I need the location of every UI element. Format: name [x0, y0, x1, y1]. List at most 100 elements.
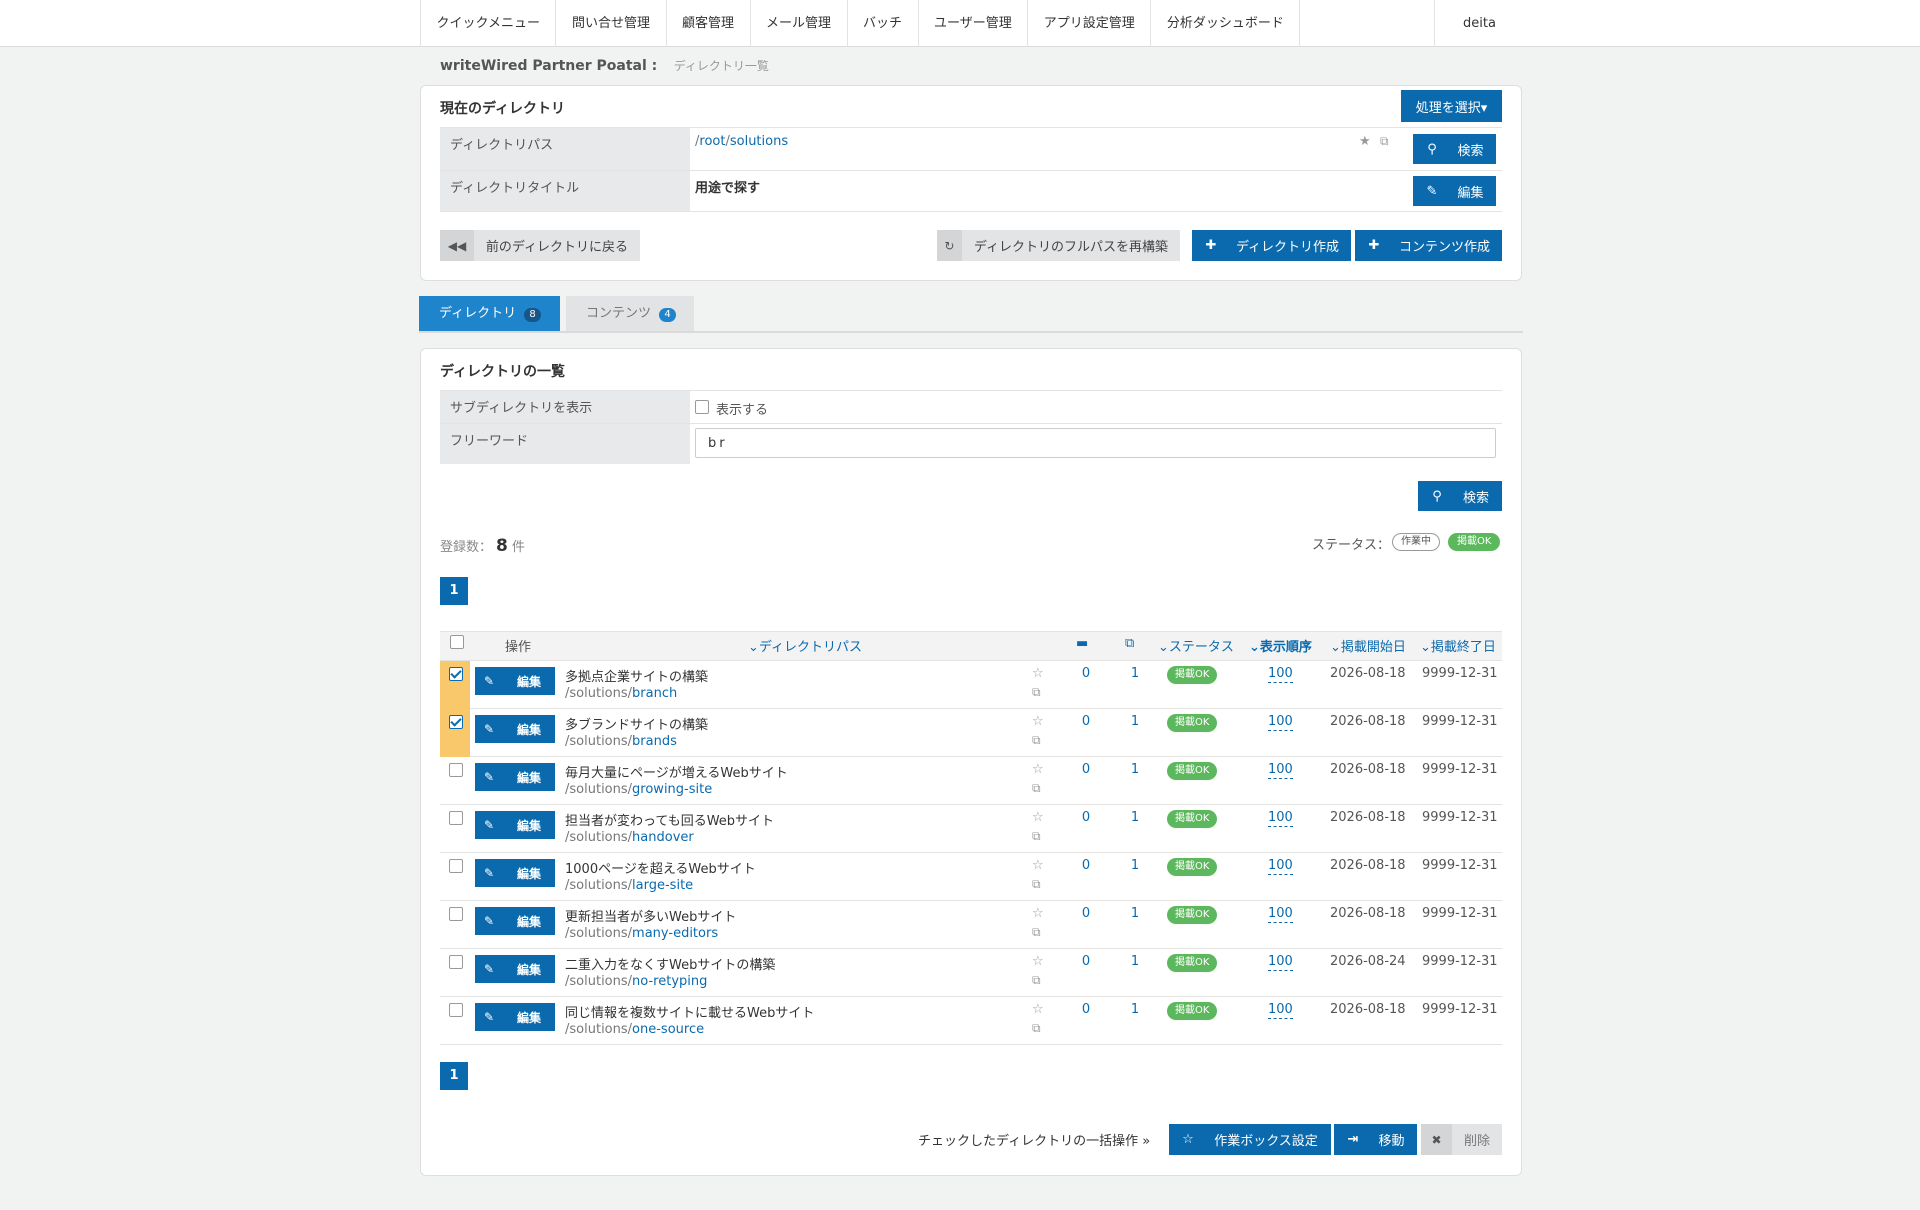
row-display-order[interactable]: 100	[1268, 714, 1293, 731]
row-subdir-count[interactable]: 0	[1080, 762, 1092, 777]
header-status[interactable]: ⌄ステータス	[1158, 636, 1234, 655]
copy-icon[interactable]: ⧉	[1032, 925, 1041, 940]
row-checkbox[interactable]	[449, 763, 463, 777]
row-checkbox[interactable]	[449, 715, 463, 729]
row-content-count[interactable]: 1	[1129, 762, 1141, 777]
row-path-slug-link[interactable]: one-source	[632, 1022, 704, 1037]
tab-contents[interactable]: コンテンツ 4	[566, 296, 694, 332]
row-edit-button[interactable]: ✎ 編集	[475, 1003, 555, 1031]
row-path-slug-link[interactable]: handover	[632, 830, 694, 845]
row-subdir-count[interactable]: 0	[1080, 906, 1092, 921]
header-display-order[interactable]: ⌄表示順序	[1249, 636, 1312, 655]
row-edit-button[interactable]: ✎ 編集	[475, 955, 555, 983]
row-display-order[interactable]: 100	[1268, 762, 1293, 779]
create-content-button[interactable]: ✚ コンテンツ作成	[1355, 230, 1502, 261]
row-subdir-count[interactable]: 0	[1080, 858, 1092, 873]
nav-item-app-settings[interactable]: アプリ設定管理	[1028, 0, 1152, 47]
dir-path-dir-link[interactable]: solutions	[730, 134, 788, 149]
nav-item-customers[interactable]: 顧客管理	[667, 0, 751, 47]
workbox-settings-button[interactable]: ☆ 作業ボックス設定	[1169, 1124, 1331, 1155]
row-content-count[interactable]: 1	[1129, 906, 1141, 921]
row-subdir-count[interactable]: 0	[1080, 1002, 1092, 1017]
star-outline-icon[interactable]: ☆	[1032, 714, 1044, 729]
star-outline-icon[interactable]: ☆	[1032, 906, 1044, 921]
copy-icon[interactable]: ⧉	[1032, 973, 1041, 988]
row-display-order[interactable]: 100	[1268, 810, 1293, 827]
row-subdir-count[interactable]: 0	[1080, 666, 1092, 681]
row-path-slug-link[interactable]: branch	[632, 686, 677, 701]
row-content-count[interactable]: 1	[1129, 714, 1141, 729]
copy-icon[interactable]: ⧉	[1032, 685, 1041, 700]
row-checkbox[interactable]	[449, 1003, 463, 1017]
copy-icon[interactable]: ⧉	[1032, 829, 1041, 844]
nav-item-quick-menu[interactable]: クイックメニュー	[421, 0, 557, 47]
star-outline-icon[interactable]: ☆	[1032, 858, 1044, 873]
copy-icon[interactable]: ⧉	[1032, 877, 1041, 892]
row-edit-button[interactable]: ✎ 編集	[475, 859, 555, 887]
copy-icon[interactable]: ⧉	[1032, 733, 1041, 748]
row-subdir-count[interactable]: 0	[1080, 810, 1092, 825]
nav-item-mail[interactable]: メール管理	[751, 0, 848, 47]
row-path-slug-link[interactable]: brands	[632, 734, 677, 749]
row-content-count[interactable]: 1	[1129, 1002, 1141, 1017]
row-path-slug-link[interactable]: growing-site	[632, 782, 712, 797]
row-edit-button[interactable]: ✎ 編集	[475, 667, 555, 695]
row-edit-button[interactable]: ✎ 編集	[475, 907, 555, 935]
row-edit-button[interactable]: ✎ 編集	[475, 715, 555, 743]
create-directory-button[interactable]: ✚ ディレクトリ作成	[1192, 230, 1351, 261]
header-start-date[interactable]: ⌄掲載開始日	[1330, 636, 1406, 655]
action-select-button[interactable]: 処理を選択▾	[1401, 90, 1502, 122]
rebuild-path-button[interactable]: ↻ ディレクトリのフルパスを再構築	[937, 230, 1180, 261]
row-display-order[interactable]: 100	[1268, 1002, 1293, 1019]
copy-icon[interactable]: ⧉	[1032, 1021, 1041, 1036]
row-display-order[interactable]: 100	[1268, 954, 1293, 971]
star-outline-icon[interactable]: ☆	[1032, 810, 1044, 825]
nav-item-inquiries[interactable]: 問い合せ管理	[556, 0, 667, 47]
pagination-page-1-bottom[interactable]: 1	[440, 1062, 468, 1090]
star-icon[interactable]: ★	[1359, 134, 1371, 149]
nav-item-users[interactable]: ユーザー管理	[919, 0, 1029, 47]
dir-path-root-link[interactable]: root	[699, 134, 725, 149]
star-outline-icon[interactable]: ☆	[1032, 666, 1044, 681]
nav-item-batch[interactable]: バッチ	[848, 0, 919, 47]
row-checkbox[interactable]	[449, 859, 463, 873]
delete-button[interactable]: ✖ 削除	[1421, 1124, 1502, 1155]
select-all-checkbox[interactable]	[450, 635, 464, 649]
row-display-order[interactable]: 100	[1268, 906, 1293, 923]
row-path-slug-link[interactable]: large-site	[632, 878, 693, 893]
user-menu[interactable]: deita	[1434, 0, 1524, 47]
star-outline-icon[interactable]: ☆	[1032, 762, 1044, 777]
row-display-order[interactable]: 100	[1268, 858, 1293, 875]
row-path-slug-link[interactable]: many-editors	[632, 926, 718, 941]
star-outline-icon[interactable]: ☆	[1032, 954, 1044, 969]
row-edit-button[interactable]: ✎ 編集	[475, 811, 555, 839]
row-content-count[interactable]: 1	[1129, 954, 1141, 969]
row-content-count[interactable]: 1	[1129, 666, 1141, 681]
nav-item-dashboard[interactable]: 分析ダッシュボード	[1151, 0, 1301, 47]
row-display-order[interactable]: 100	[1268, 666, 1293, 683]
row-checkbox[interactable]	[449, 811, 463, 825]
row-content-count[interactable]: 1	[1129, 858, 1141, 873]
row-edit-button[interactable]: ✎ 編集	[475, 763, 555, 791]
list-search-button[interactable]: ⚲ 検索	[1418, 481, 1502, 511]
header-end-date[interactable]: ⌄掲載終了日	[1420, 636, 1496, 655]
breadcrumb-site[interactable]: writeWired Partner Poatal :	[440, 58, 657, 74]
copy-icon[interactable]: ⧉	[1032, 781, 1041, 796]
freeword-input[interactable]: br	[695, 428, 1496, 458]
star-outline-icon[interactable]: ☆	[1032, 1002, 1044, 1017]
copy-icon[interactable]: ⧉	[1380, 134, 1389, 149]
tab-directories[interactable]: ディレクトリ 8	[419, 296, 560, 332]
row-checkbox[interactable]	[449, 667, 463, 681]
move-button[interactable]: ⇥ 移動	[1334, 1124, 1417, 1155]
pagination-page-1-top[interactable]: 1	[440, 577, 468, 605]
back-directory-button[interactable]: ◀◀ 前のディレクトリに戻る	[440, 230, 640, 261]
row-subdir-count[interactable]: 0	[1080, 714, 1092, 729]
path-search-button[interactable]: ⚲ 検索	[1413, 134, 1496, 164]
row-path-slug-link[interactable]: no-retyping	[632, 974, 707, 989]
row-checkbox[interactable]	[449, 907, 463, 921]
header-directory-path[interactable]: ⌄ディレクトリパス	[748, 636, 862, 655]
title-edit-button[interactable]: ✎ 編集	[1413, 176, 1496, 206]
show-subdirectories-checkbox[interactable]	[695, 400, 709, 414]
row-content-count[interactable]: 1	[1129, 810, 1141, 825]
row-subdir-count[interactable]: 0	[1080, 954, 1092, 969]
